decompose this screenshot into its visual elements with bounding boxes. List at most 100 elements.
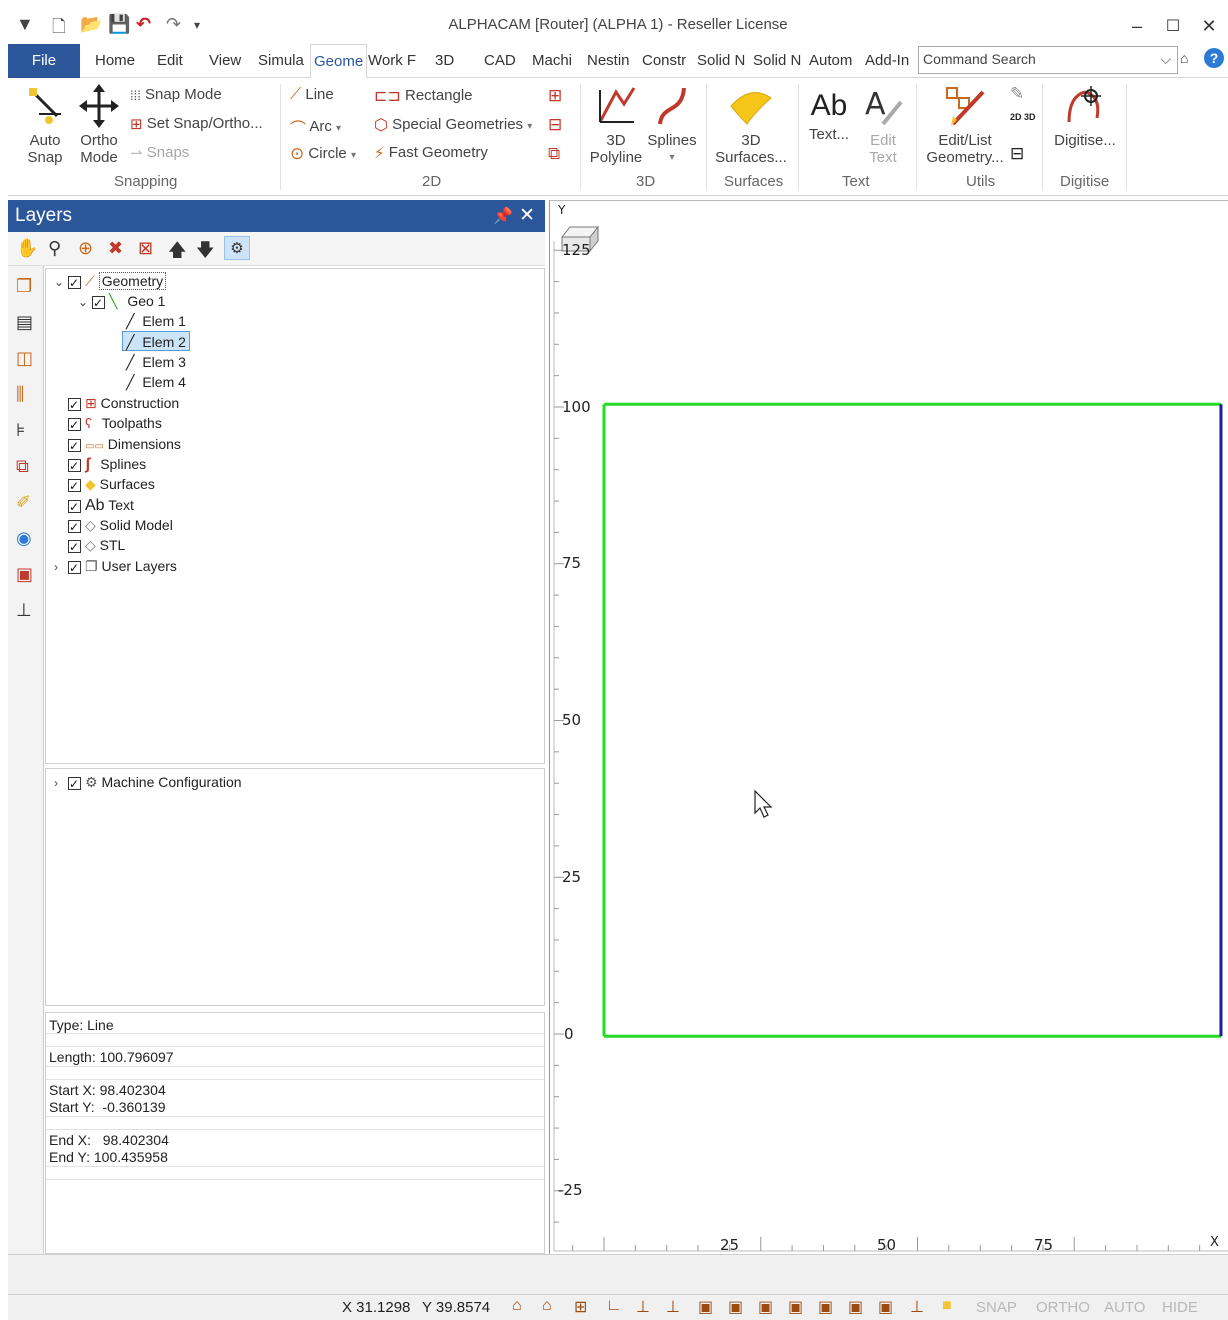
tree-node-construction[interactable]: ⊞ Construction: [68, 393, 179, 415]
3d-surfaces-button[interactable]: 3D Surfaces...: [712, 84, 790, 166]
dropdown-arrow-icon[interactable]: ▾: [351, 150, 356, 161]
tab-add-ins[interactable]: Add-In: [865, 52, 909, 69]
dropdown-arrow-icon[interactable]: ▾: [527, 121, 532, 132]
text-button[interactable]: Ab Text...: [804, 86, 854, 143]
tab-cad[interactable]: CAD: [484, 52, 516, 69]
move-up-icon[interactable]: 🡅: [168, 238, 187, 268]
tree-node-solid-model[interactable]: ◇ Solid Model: [68, 515, 173, 537]
snaps-button[interactable]: ⇀ Snaps: [130, 144, 189, 162]
snap-mode-button[interactable]: ⁞⁞⁞ Snap Mode: [130, 86, 222, 103]
cube-view-3-icon[interactable]: ▣: [758, 1297, 773, 1317]
view-top-icon[interactable]: ⊞: [574, 1297, 587, 1317]
layer-checkbox[interactable]: [68, 415, 81, 435]
dimension-icon[interactable]: ⊟: [548, 115, 562, 135]
dropdown-arrow-icon[interactable]: ▾: [336, 123, 341, 134]
3d-polyline-button[interactable]: 3D Polyline: [586, 84, 646, 166]
cube-view-7-icon[interactable]: ▣: [878, 1297, 893, 1317]
construction-grid-icon[interactable]: ⊞: [548, 86, 562, 106]
layer-checkbox[interactable]: [68, 395, 81, 415]
tab-file[interactable]: File: [8, 44, 80, 78]
report-tab-icon[interactable]: ▣: [16, 564, 33, 585]
expand-icon[interactable]: ⌄: [78, 292, 92, 312]
close-panel-icon[interactable]: ✕: [519, 204, 535, 227]
transform-icon[interactable]: ⧉: [548, 144, 560, 164]
tab-automation[interactable]: Autom: [809, 52, 852, 69]
line-button[interactable]: ⟋ Line: [290, 86, 334, 104]
origin-icon[interactable]: ⊥: [910, 1297, 924, 1317]
layer-properties-icon[interactable]: ⚙: [224, 236, 250, 260]
collapsed-chevron-icon[interactable]: ›: [54, 773, 68, 793]
digitise-button[interactable]: Digitise...: [1048, 84, 1122, 149]
tree-node-elem-1[interactable]: ╱ Elem 1: [126, 311, 186, 331]
tree-node-toolpaths[interactable]: ʕ Toolpaths: [68, 413, 162, 435]
tab-home[interactable]: Home: [95, 52, 135, 69]
tab-work-planes[interactable]: Work F: [368, 52, 416, 69]
tab-3d[interactable]: 3D: [435, 52, 454, 69]
tree-node-user-layers[interactable]: › ❐ User Layers: [54, 556, 177, 578]
tree-node-geometry[interactable]: ⌄ ⟋ Geometry: [54, 271, 167, 293]
tree-node-elem-2[interactable]: ╱ Elem 2: [122, 331, 190, 351]
project-tab-icon[interactable]: ⊧: [16, 420, 25, 441]
expand-icon[interactable]: ⌄: [54, 272, 68, 292]
layer-checkbox[interactable]: [92, 293, 105, 313]
layer-color-icon[interactable]: ■: [942, 1297, 952, 1315]
special-geometries-button[interactable]: ⬡ Special Geometries ▾: [374, 115, 532, 135]
binoculars-icon[interactable]: ⚲: [48, 238, 61, 259]
nest-tab-icon[interactable]: ⧉: [16, 456, 29, 477]
view-axes-icon[interactable]: ∟: [606, 1297, 622, 1315]
edit-text-button[interactable]: A Edit Text: [858, 84, 908, 166]
minimize-icon[interactable]: –: [1122, 16, 1152, 37]
hide-toggle[interactable]: HIDE: [1162, 1299, 1198, 1316]
tree-node-elem-3[interactable]: ╱ Elem 3: [126, 352, 186, 372]
circle-button[interactable]: ⊙ Circle ▾: [290, 144, 356, 164]
layer-checkbox[interactable]: [68, 436, 81, 456]
feature-tab-icon[interactable]: ✐: [16, 492, 31, 513]
fast-geometry-button[interactable]: ⚡ Fast Geometry: [374, 144, 488, 162]
layer-checkbox[interactable]: [68, 497, 81, 517]
tab-nesting[interactable]: Nestin: [587, 52, 630, 69]
add-layer-icon[interactable]: ⊕: [78, 238, 93, 259]
layers-tab-icon[interactable]: ❐: [16, 276, 32, 297]
layer-checkbox[interactable]: [68, 273, 81, 293]
tab-solid-2[interactable]: Solid N: [753, 52, 801, 69]
pencil-ruler-icon[interactable]: ✎: [1010, 84, 1024, 104]
tree-node-machine-configuration[interactable]: › ⚙ Machine Configuration: [54, 772, 242, 794]
cube-view-6-icon[interactable]: ▣: [848, 1297, 863, 1317]
tab-geometry[interactable]: Geome: [310, 44, 368, 79]
tree-node-elem-4[interactable]: ╱ Elem 4: [126, 372, 186, 392]
move-down-icon[interactable]: 🡇: [196, 238, 215, 268]
tab-edit[interactable]: Edit: [157, 52, 183, 69]
edit-list-geometry-button[interactable]: Edit/List Geometry...: [922, 84, 1008, 166]
tree-node-surfaces[interactable]: ◆ Surfaces: [68, 474, 155, 496]
tab-view[interactable]: View: [209, 52, 241, 69]
collapse-ribbon-icon[interactable]: ⌂: [1180, 50, 1188, 66]
cube-view-1-icon[interactable]: ▣: [698, 1297, 713, 1317]
set-snap-ortho-button[interactable]: ⊞ Set Snap/Ortho...: [130, 115, 263, 133]
auto-toggle[interactable]: AUTO: [1104, 1299, 1145, 1316]
2d-3d-toggle-icon[interactable]: 2D 3D: [1010, 112, 1036, 122]
help-icon[interactable]: ?: [1204, 48, 1224, 68]
tree-node-splines[interactable]: ʃ Splines: [68, 454, 146, 476]
cube-view-2-icon[interactable]: ▣: [728, 1297, 743, 1317]
view-xz-icon[interactable]: ⊥: [666, 1297, 680, 1317]
auto-snap-button[interactable]: Auto Snap: [20, 84, 70, 166]
clear-layer-icon[interactable]: ⊠: [138, 238, 153, 259]
layer-checkbox[interactable]: [68, 476, 81, 496]
rectangle-button[interactable]: ⊏⊐ Rectangle: [374, 86, 473, 106]
view-iso-icon[interactable]: ⌂: [512, 1297, 522, 1315]
view-front-icon[interactable]: ⌂: [542, 1297, 552, 1315]
layer-checkbox[interactable]: [68, 558, 81, 578]
splines-button[interactable]: Splines ▾: [646, 84, 698, 166]
drawing-viewport[interactable]: Y X 125 100 75 50 25 0 -25 25 50 75: [549, 200, 1228, 1254]
tab-simulation[interactable]: Simula: [258, 52, 304, 69]
close-icon[interactable]: ✕: [1194, 16, 1224, 37]
collapsed-chevron-icon[interactable]: ›: [54, 557, 68, 577]
ortho-toggle[interactable]: ORTHO: [1036, 1299, 1090, 1316]
viewport-canvas[interactable]: [550, 201, 1228, 1255]
list-icon[interactable]: ⊟: [1010, 144, 1024, 164]
tab-machining[interactable]: Machi: [532, 52, 572, 69]
layer-checkbox[interactable]: [68, 517, 81, 537]
pin-panel-icon[interactable]: 📌: [493, 206, 513, 226]
work-volume-tab-icon[interactable]: ◫: [16, 348, 33, 369]
ortho-mode-button[interactable]: Ortho Mode: [74, 84, 124, 166]
